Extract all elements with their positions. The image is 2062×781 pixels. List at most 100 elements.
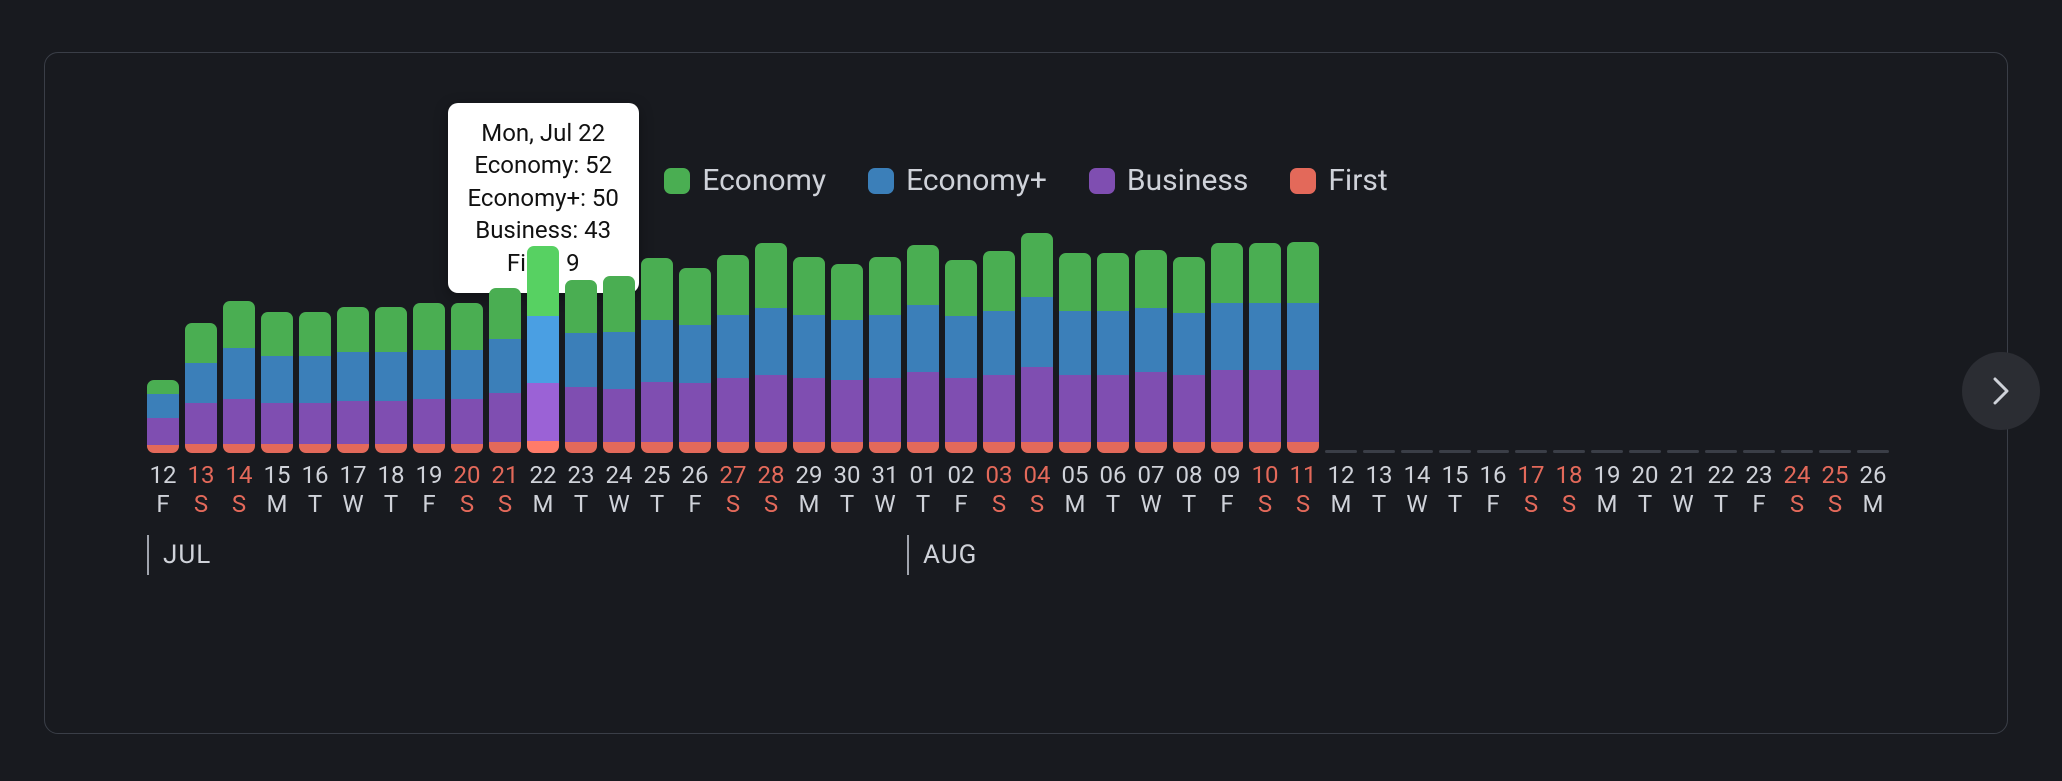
day-column[interactable] (1401, 450, 1433, 453)
day-column[interactable] (907, 245, 939, 453)
stacked-bar[interactable] (337, 307, 369, 453)
day-column[interactable] (1173, 257, 1205, 453)
day-column[interactable] (1667, 450, 1699, 453)
day-column[interactable] (1059, 253, 1091, 453)
day-column[interactable] (147, 380, 179, 453)
day-column[interactable] (679, 268, 711, 453)
axis-day-number: 13 (1366, 461, 1393, 489)
bar-segment-economy-plus (223, 348, 255, 399)
day-column[interactable] (299, 312, 331, 453)
day-column[interactable] (1249, 243, 1281, 453)
stacked-bar[interactable] (641, 258, 673, 453)
axis-label: 13T (1363, 461, 1395, 519)
stacked-bar[interactable] (907, 245, 939, 453)
day-column[interactable] (527, 246, 559, 453)
day-column[interactable] (1705, 450, 1737, 453)
day-column[interactable] (1211, 243, 1243, 453)
day-column[interactable] (185, 323, 217, 453)
day-column[interactable] (1743, 450, 1775, 453)
legend-item-economy[interactable]: Economy (664, 163, 826, 198)
stacked-bar[interactable] (565, 280, 597, 453)
stacked-bar[interactable] (755, 243, 787, 453)
day-column[interactable] (1781, 450, 1813, 453)
stacked-bar[interactable] (261, 312, 293, 453)
stacked-bar[interactable] (1021, 233, 1053, 453)
day-column[interactable] (793, 257, 825, 453)
stacked-bar[interactable] (413, 303, 445, 454)
stacked-bar[interactable] (147, 380, 179, 453)
day-column[interactable] (1135, 250, 1167, 453)
bar-segment-business (451, 399, 483, 443)
day-column[interactable] (565, 280, 597, 453)
stacked-bar[interactable] (375, 307, 407, 453)
day-column[interactable] (603, 276, 635, 453)
bar-segment-economy (907, 245, 939, 305)
day-column[interactable] (1515, 450, 1547, 453)
bar-segment-business (1059, 375, 1091, 442)
day-column[interactable] (223, 301, 255, 453)
day-column[interactable] (337, 307, 369, 453)
stacked-bar[interactable] (1173, 257, 1205, 453)
bar-segment-economy (945, 260, 977, 316)
stacked-bar[interactable] (1249, 243, 1281, 453)
day-column[interactable] (451, 303, 483, 454)
empty-bar-tick (1439, 450, 1471, 453)
next-button[interactable] (1962, 352, 2040, 430)
axis-day-number: 20 (454, 461, 481, 489)
day-column[interactable] (1325, 450, 1357, 453)
axis-day-number: 27 (720, 461, 747, 489)
stacked-bar[interactable] (1135, 250, 1167, 453)
day-column[interactable] (831, 264, 863, 453)
stacked-bar[interactable] (1059, 253, 1091, 453)
stacked-bar[interactable] (223, 301, 255, 453)
day-column[interactable] (1591, 450, 1623, 453)
stacked-bar[interactable] (945, 260, 977, 454)
day-column[interactable] (717, 255, 749, 453)
stacked-bar[interactable] (1287, 242, 1319, 453)
stacked-bar[interactable] (185, 323, 217, 453)
bar-segment-economy (337, 307, 369, 353)
bar-segment-economy (641, 258, 673, 320)
day-column[interactable] (375, 307, 407, 453)
day-column[interactable] (1439, 450, 1471, 453)
bar-segment-economy-plus (185, 363, 217, 403)
day-column[interactable] (945, 260, 977, 454)
day-column[interactable] (1363, 450, 1395, 453)
day-column[interactable] (755, 243, 787, 453)
day-column[interactable] (1819, 450, 1851, 453)
legend-item-first[interactable]: First (1290, 163, 1387, 198)
stacked-bar[interactable] (299, 312, 331, 453)
legend-item-economy-plus[interactable]: Economy+ (868, 163, 1047, 198)
day-column[interactable] (1097, 253, 1129, 453)
day-column[interactable] (641, 258, 673, 453)
bar-segment-economy-plus (907, 305, 939, 372)
day-column[interactable] (1287, 242, 1319, 453)
day-column[interactable] (1477, 450, 1509, 453)
day-column[interactable] (261, 312, 293, 453)
stacked-bar[interactable] (679, 268, 711, 453)
day-column[interactable] (413, 303, 445, 454)
day-column[interactable] (1021, 233, 1053, 453)
day-column[interactable] (1629, 450, 1661, 453)
stacked-bar[interactable] (1211, 243, 1243, 453)
day-column[interactable] (489, 288, 521, 453)
day-column[interactable] (869, 257, 901, 453)
stacked-bar-chart[interactable] (105, 238, 1947, 453)
stacked-bar[interactable] (1097, 253, 1129, 453)
stacked-bar[interactable] (983, 251, 1015, 453)
stacked-bar[interactable] (869, 257, 901, 453)
day-column[interactable] (983, 251, 1015, 453)
stacked-bar[interactable] (717, 255, 749, 453)
stacked-bar[interactable] (603, 276, 635, 453)
day-column[interactable] (1553, 450, 1585, 453)
day-column[interactable] (1857, 450, 1889, 453)
economy-swatch-icon (664, 168, 690, 194)
bar-segment-economy (983, 251, 1015, 310)
stacked-bar[interactable] (831, 264, 863, 453)
stacked-bar[interactable] (527, 246, 559, 453)
legend-item-business[interactable]: Business (1089, 163, 1248, 198)
axis-day-number: 23 (568, 461, 595, 489)
stacked-bar[interactable] (451, 303, 483, 454)
stacked-bar[interactable] (489, 288, 521, 453)
stacked-bar[interactable] (793, 257, 825, 453)
